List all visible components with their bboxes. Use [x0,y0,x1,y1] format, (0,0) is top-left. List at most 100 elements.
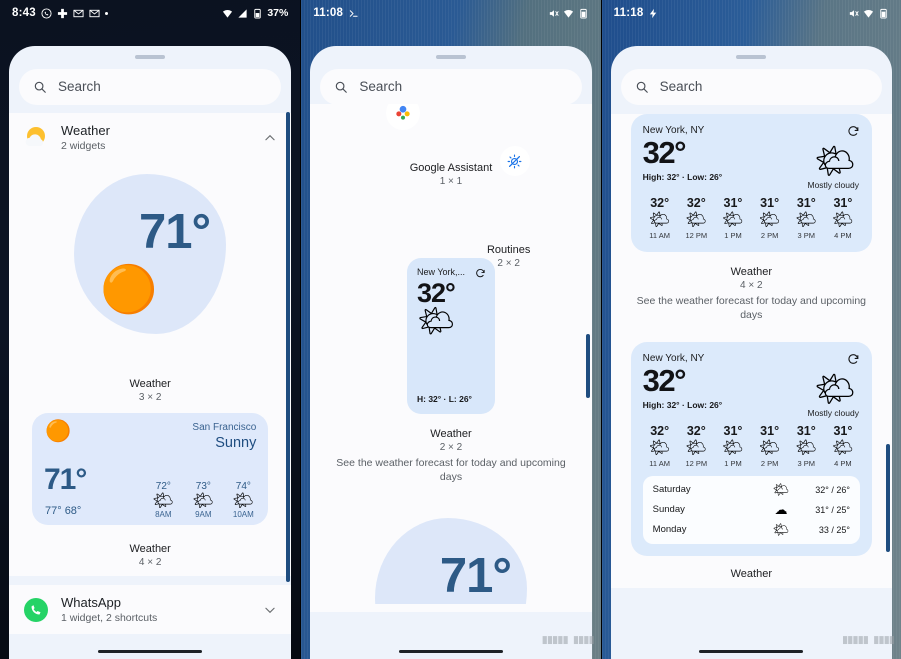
widget-preview-4x2[interactable]: 🟠 San Francisco Sunny 71° 77° 68° 72° 🌤 … [32,413,269,525]
day-temps: 33 / 25° [818,524,850,535]
app-group-name: Weather [61,123,110,138]
sun-cloud-emoji: 🌤 [814,142,856,179]
hour-time: 1 PM [724,230,742,240]
widget-list[interactable]: New York, NY 32° High: 32° · Low: 26° 🌤 … [610,104,892,659]
app-group-count: 2 widgets [61,140,106,152]
scrollbar[interactable] [886,444,891,552]
search-input[interactable]: Search [19,68,282,105]
widget-label: Weather [129,543,171,555]
hour-item: 31° 🌤 3 PM [789,424,823,468]
mail-icon [73,8,84,19]
assistant-label-block: Google Assistant 1 × 1 [310,162,591,187]
widget-preview-next[interactable]: 71° [310,484,591,605]
weather-preview-blob: 71° [374,518,527,605]
app-group-weather[interactable]: Weather 2 widgets [9,113,292,162]
hour-temp: 32° [650,196,670,210]
sun-cloud-emoji: 🌤 [685,438,708,458]
hour-item: 32° 🌤 11 AM [643,196,677,240]
nav-gesture-bar[interactable] [398,649,503,653]
sun-cloud-emoji: 🌤 [416,305,456,338]
sheet-grabber[interactable] [135,55,166,59]
widget-condition: Mostly cloudy [807,180,859,190]
hour-time: 4 PM [834,458,852,468]
refresh-icon[interactable] [847,125,860,138]
widget-preview-4x2[interactable]: New York, NY 32° High: 32° · Low: 26° 🌤 … [630,114,872,252]
day-temps: 32° / 26° [815,484,850,495]
widget-preview-assistant[interactable]: Google Assistant 1 × 1 Routines 2 × 2 [310,104,591,269]
dot-icon [104,11,108,15]
sun-emoji: 🟠 [100,263,158,315]
scrollbar[interactable] [285,112,290,582]
sun-cloud-emoji: 🌤 [685,210,708,229]
sun-cloud-emoji: 🌤 [758,210,781,229]
battery-icon [578,8,589,19]
search-placeholder: Search [359,79,403,94]
status-bar: 11:08 [301,0,600,26]
chevron-up-icon[interactable] [263,131,277,145]
refresh-icon[interactable] [475,266,486,278]
sun-cloud-emoji: 🌤 [722,210,744,229]
hour-item: 31° 🌤 3 PM [789,196,823,240]
widget-dimensions: 1 × 1 [439,176,463,187]
hour-item: 31° 🌤 2 PM [753,196,787,240]
battery-icon [252,8,263,19]
sun-cloud-emoji: 🌤 [152,491,175,511]
widget-high-low: 77° 68° [45,505,82,517]
hour-time: 2 PM [760,230,779,240]
day-row: Saturday 🌤 32° / 26° [653,480,850,500]
hour-item: 31° 🌤 4 PM [826,196,860,240]
hour-time: 12 PM [685,230,708,240]
day-name: Saturday [652,484,691,496]
app-group-name: WhatsApp [61,595,121,610]
wifi-icon [222,8,233,19]
hour-temp: 31° [833,424,853,439]
signal-icon [237,8,248,19]
widget-description: See the weather forecast for today and u… [336,457,566,484]
hourly-forecast: 32° 🌤 11 AM 32° 🌤 12 PM 31° 🌤 1 PM 31° 🌤 2 PM 31… [643,196,860,240]
sun-cloud-emoji: 🌤 [814,370,856,408]
widget-list[interactable]: Google Assistant 1 × 1 Routines 2 × 2 Ne… [310,104,592,659]
hour-temp: 31° [796,424,816,439]
hour-temp: 31° [833,196,853,210]
status-time: 8:43 [12,7,36,19]
widget-dimensions: 2 × 2 [439,442,463,453]
widget-label: Weather [730,567,772,580]
status-bar: 8:43 37% [0,0,300,26]
search-input[interactable]: Search [320,68,582,105]
hour-item: 74° 🌤 10AM [228,481,258,519]
app-group-whatsapp[interactable]: WhatsApp 1 widget, 2 shortcuts [9,585,292,634]
sun-cloud-emoji: 🌤 [648,438,671,458]
widget-list[interactable]: Weather 2 widgets 71° 🟠 Weather 3 × 2 🟠 … [9,104,292,659]
nav-gesture-bar[interactable] [699,649,804,653]
chevron-down-icon[interactable] [263,603,277,617]
widget-picker-sheet: Search Google Assistant 1 × 1 Routines 2… [310,46,592,659]
phone-screenshot-right: 11:18 Search New York, NY 32° High: 32° … [600,0,901,659]
widget-label: Routines [486,244,531,256]
widget-preview-5x2[interactable]: New York, NY 32° High: 32° · Low: 26° 🌤 … [630,342,872,556]
sun-cloud-emoji: 🌤 [758,438,781,458]
widget-preview-2x2[interactable]: New York,... 32° 🌤 H: 32° · L: 26° [406,258,495,414]
hour-temp: 32° [686,196,706,210]
widget-preview-3x2[interactable]: 71° 🟠 [9,162,291,374]
widget-city: San Francisco [192,422,257,433]
day-name: Sunday [652,504,685,516]
battery-icon [878,8,889,19]
widget-temp: 71° [44,463,87,496]
hour-item: 32° 🌤 12 PM [679,424,713,468]
wifi-icon [863,8,874,19]
watermark: █████ ████ [842,637,895,645]
hour-time: 10AM [232,510,254,519]
terminal-icon [348,8,359,19]
sheet-grabber[interactable] [435,55,466,59]
hour-temp: 31° [723,424,743,439]
search-input[interactable]: Search [620,68,882,105]
scrollbar[interactable] [586,334,591,398]
sun-cloud-emoji: 🌤 [772,522,790,538]
refresh-icon[interactable] [847,353,860,366]
mute-icon [548,8,559,19]
sheet-grabber[interactable] [736,55,767,59]
hourly-forecast: 72° 🌤 8AM 73° 🌤 9AM 74° 🌤 10AM [148,481,258,519]
widgets-body: New York, NY 32° High: 32° · Low: 26° 🌤 … [610,114,892,588]
nav-gesture-bar[interactable] [98,649,203,653]
widget-condition: Mostly cloudy [807,408,859,419]
